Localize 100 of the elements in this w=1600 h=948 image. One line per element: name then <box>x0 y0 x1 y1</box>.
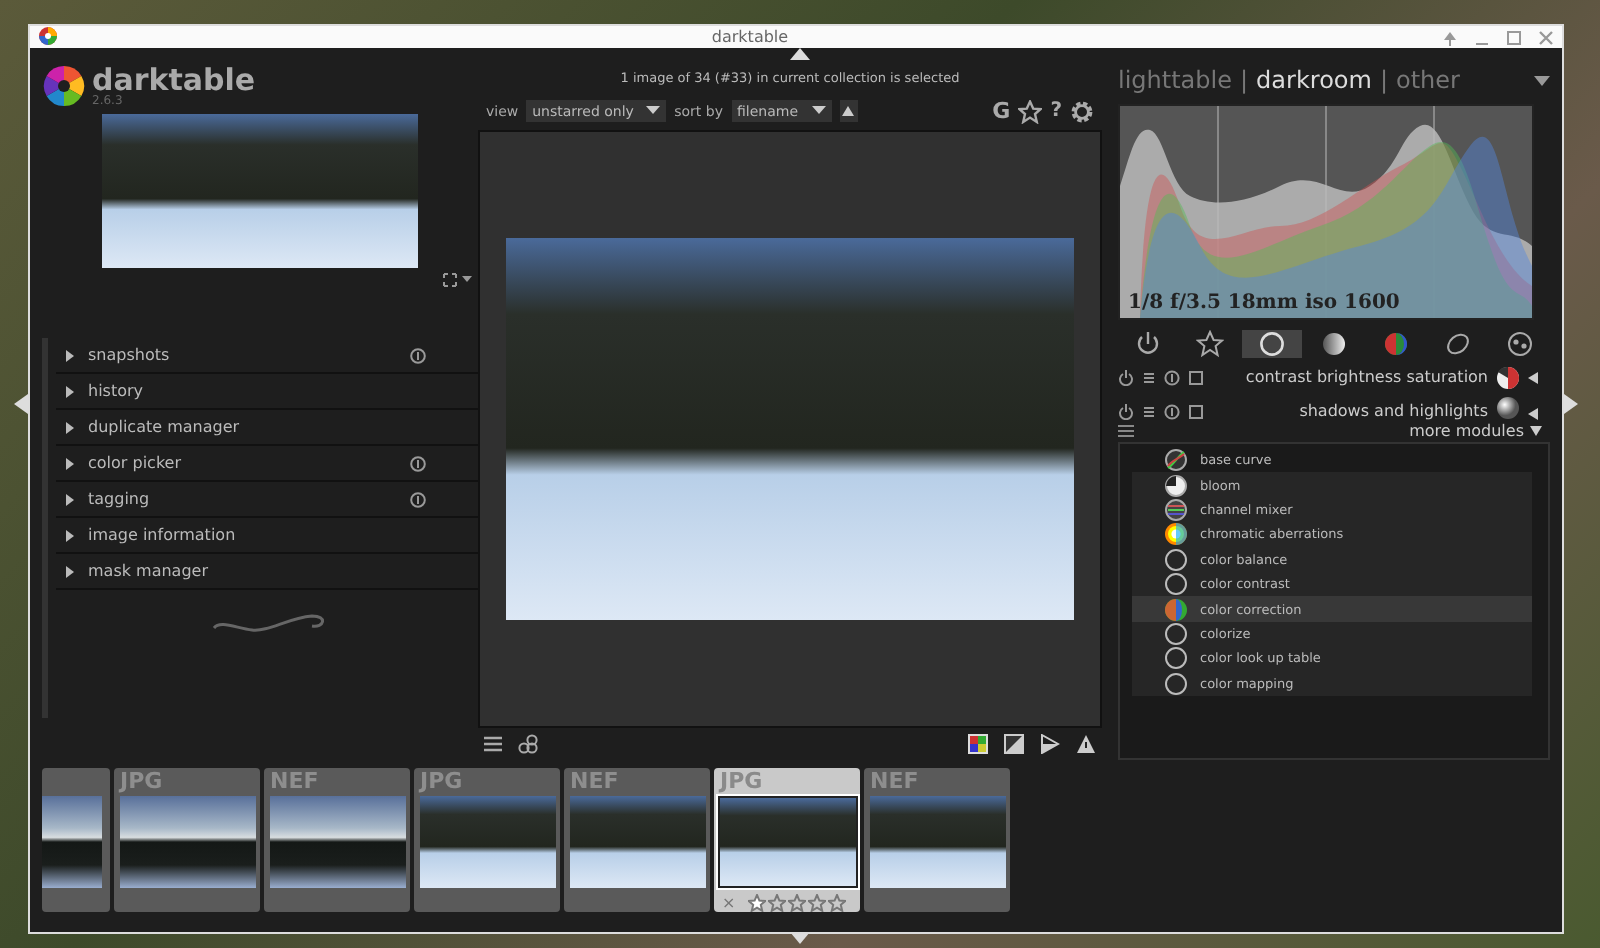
circle-icon <box>1258 330 1286 358</box>
view-tab[interactable]: darkroom <box>1256 66 1372 94</box>
ring-icon <box>1164 671 1188 696</box>
warning-icon[interactable] <box>1076 734 1096 754</box>
star-rating[interactable] <box>747 894 846 912</box>
half-circle-icon <box>1164 473 1188 498</box>
module-header[interactable]: color picker <box>56 446 478 482</box>
power-icon <box>1134 330 1162 358</box>
module-header[interactable]: image information <box>56 518 478 554</box>
expander-icon[interactable] <box>64 457 76 469</box>
module-name[interactable]: contrast brightness saturation <box>1245 368 1488 386</box>
rainbow-circle-icon <box>1164 522 1188 547</box>
module-name[interactable]: image information <box>88 526 426 544</box>
module-name[interactable]: shadows and highlights <box>1299 402 1488 420</box>
keep-above-icon[interactable] <box>1442 29 1458 45</box>
exif-info: 1/8 f/3.5 18mm iso 1600 <box>1128 292 1400 314</box>
aperture-logo-icon <box>42 63 86 107</box>
menu-icon[interactable] <box>484 736 502 752</box>
star-icon <box>1196 330 1224 358</box>
expander-icon[interactable] <box>64 493 76 505</box>
contrast-circle-icon <box>1496 365 1520 389</box>
star-icon[interactable] <box>747 894 766 912</box>
dropdown-caret-icon <box>811 106 825 116</box>
sunset-photo-placeholder <box>269 796 405 888</box>
sphere-icon <box>1496 396 1520 420</box>
mixer-icon <box>1164 497 1188 522</box>
view-separator: | <box>1240 66 1249 94</box>
ring-icon <box>1164 646 1188 671</box>
reset-icon[interactable] <box>410 455 426 471</box>
rotate-icon <box>1444 330 1472 358</box>
triangle-up-icon <box>842 106 854 116</box>
module-name[interactable]: duplicate manager <box>88 418 426 436</box>
zoom-control-icon[interactable] <box>442 272 474 288</box>
close-icon[interactable] <box>1538 29 1554 45</box>
module-header[interactable]: contrast brightness saturation <box>1118 358 1550 396</box>
sort-order-button[interactable] <box>839 100 857 122</box>
file-format-label: JPG <box>720 770 763 794</box>
collapse-arrow-icon[interactable] <box>1528 408 1538 420</box>
triangle-icon[interactable] <box>1040 734 1060 754</box>
module-header[interactable]: history <box>56 374 478 410</box>
collapse-left-arrow-icon[interactable] <box>14 394 28 414</box>
view-tab[interactable]: lighttable <box>1118 66 1232 94</box>
collapse-bottom-arrow-icon[interactable] <box>790 932 810 944</box>
star-icon[interactable] <box>827 894 846 912</box>
module-header[interactable]: duplicate manager <box>56 410 478 446</box>
menu-icon[interactable] <box>1118 424 1134 438</box>
ring-icon <box>1164 572 1188 597</box>
effect-circle-icon <box>1506 330 1534 358</box>
app-name: darktable <box>92 66 256 96</box>
expander-icon[interactable] <box>64 529 76 541</box>
module-name[interactable]: snapshots <box>88 346 398 364</box>
star-icon[interactable] <box>787 894 806 912</box>
dropdown-caret-icon[interactable] <box>1534 75 1550 85</box>
color-circle-icon <box>1382 330 1410 358</box>
gradient-circle-icon <box>1320 330 1348 358</box>
color-squares-icon[interactable] <box>968 734 988 754</box>
expander-icon[interactable] <box>64 349 76 361</box>
view-tab[interactable]: other <box>1396 66 1460 94</box>
dropdown-caret-icon <box>1530 426 1542 436</box>
module-group-tab[interactable] <box>1242 330 1302 358</box>
help-button[interactable]: ? <box>1050 100 1062 122</box>
maximize-icon[interactable] <box>1506 29 1522 45</box>
thumbnail-cell[interactable] <box>42 768 110 912</box>
forest-photo-placeholder <box>869 796 1005 888</box>
sunset-photo-placeholder <box>42 796 102 888</box>
color-circle-icon <box>1164 597 1188 622</box>
module-name[interactable]: tagging <box>88 490 398 508</box>
ring-icon <box>1164 547 1188 572</box>
module-header[interactable]: mask manager <box>56 554 478 590</box>
module-name[interactable]: history <box>88 382 426 400</box>
more-modules-button[interactable]: more modules <box>1409 422 1542 440</box>
curve-icon <box>1164 448 1188 473</box>
expander-icon[interactable] <box>64 385 76 397</box>
star-icon[interactable] <box>767 894 786 912</box>
module-header[interactable]: snapshots <box>56 338 478 374</box>
contrast-square-icon[interactable] <box>1004 734 1024 754</box>
star-icon[interactable] <box>807 894 826 912</box>
module-header[interactable]: shadows and highlights <box>1118 396 1550 420</box>
styles-icon[interactable] <box>518 734 538 754</box>
ring-icon <box>1164 621 1188 646</box>
flourish-ornament-icon <box>207 610 327 638</box>
module-header[interactable]: tagging <box>56 482 478 518</box>
reset-icon[interactable] <box>410 347 426 363</box>
settings-icon[interactable] <box>1070 99 1094 123</box>
collapse-top-arrow-icon[interactable] <box>790 48 810 60</box>
reset-icon[interactable] <box>410 491 426 507</box>
module-name[interactable]: color picker <box>88 454 398 472</box>
sunset-photo-placeholder <box>119 796 255 888</box>
module-controls-icon[interactable] <box>1118 369 1206 385</box>
forest-photo-placeholder <box>419 796 555 888</box>
collapse-right-arrow-icon[interactable] <box>1564 394 1578 414</box>
window-title: darktable <box>709 28 791 46</box>
collapse-arrow-icon[interactable] <box>1528 371 1538 383</box>
dropdown-caret-icon <box>646 106 661 116</box>
star-icon[interactable] <box>1018 99 1043 123</box>
expander-icon[interactable] <box>64 565 76 577</box>
expander-icon[interactable] <box>64 421 76 433</box>
grouping-button[interactable]: G <box>992 98 1011 124</box>
module-name[interactable]: mask manager <box>88 562 426 580</box>
module-controls-icon[interactable] <box>1118 404 1206 420</box>
